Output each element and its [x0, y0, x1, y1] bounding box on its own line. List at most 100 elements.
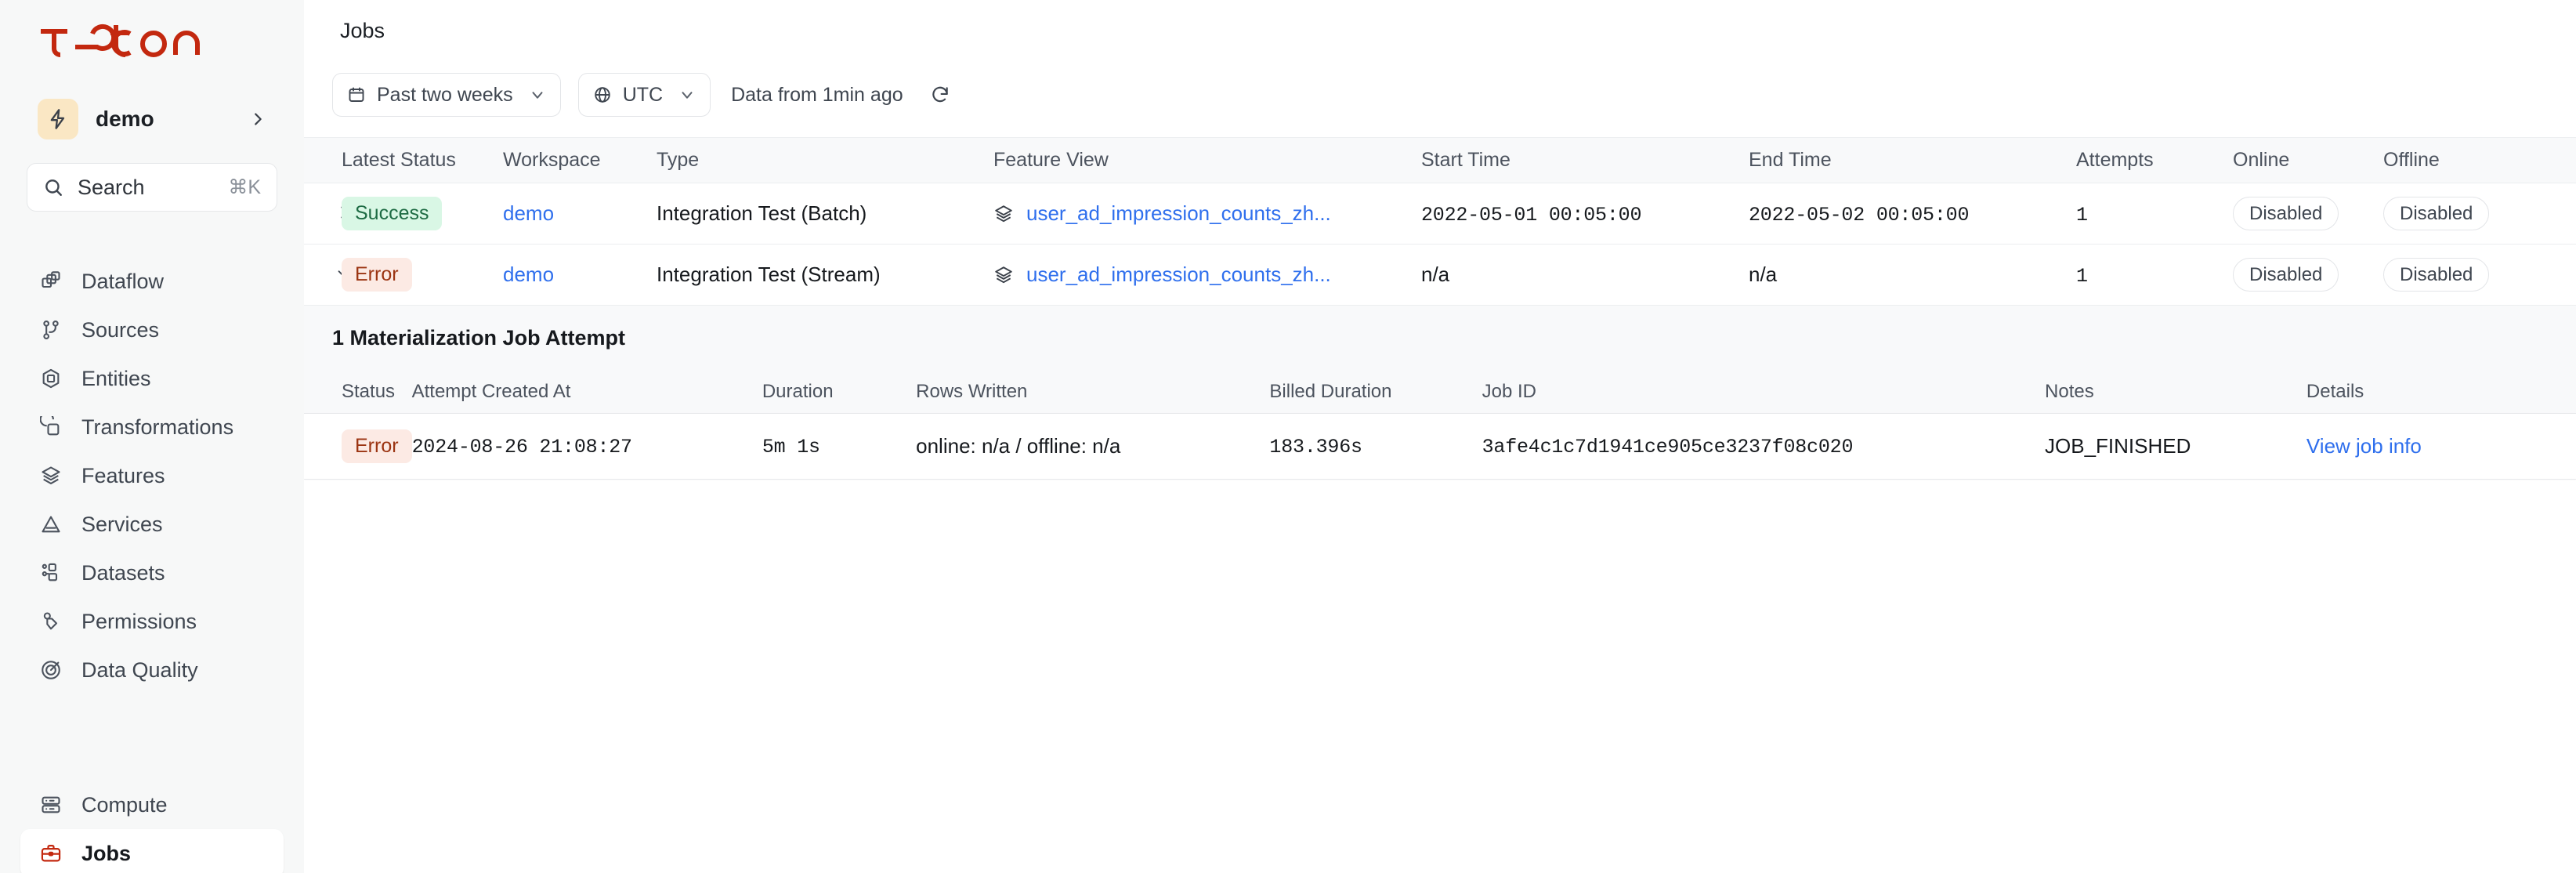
chevron-down-icon[interactable] [678, 86, 696, 103]
col-attempt-created-at[interactable]: Attempt Created At [412, 371, 762, 413]
table-row[interactable]: Error 2024-08-26 21:08:27 5m 1s online: … [304, 413, 2576, 479]
sidebar-item-label: Services [81, 513, 163, 537]
feature-view-link[interactable]: user_ad_impression_counts_zh... [1026, 201, 1331, 226]
col-rows-written[interactable]: Rows Written [916, 371, 1269, 413]
sidebar-nav: Dataflow Sources Entities Transformation… [0, 257, 304, 694]
app-root: demo Search ⌘K Dataflow [0, 0, 2576, 873]
row-type-cell: Integration Test (Batch) [657, 183, 993, 245]
entities-cube-icon [38, 365, 64, 392]
sidebar-item-compute[interactable]: Compute [20, 781, 284, 829]
triangle-icon [38, 511, 64, 538]
sidebar-item-label: Features [81, 464, 165, 488]
row-offline-cell: Disabled [2383, 183, 2576, 245]
sidebar-item-label: Compute [81, 793, 168, 817]
col-online[interactable]: Online [2233, 138, 2383, 183]
row-end-time-cell: n/a [1749, 245, 2076, 306]
sidebar-item-label: Dataflow [81, 270, 164, 294]
row-expand-cell[interactable] [304, 183, 342, 245]
sidebar-item-label: Permissions [81, 610, 197, 634]
attempt-created-at-cell: 2024-08-26 21:08:27 [412, 413, 762, 479]
sidebar-item-transformations[interactable]: Transformations [20, 403, 284, 451]
attempts-value: 1 [2076, 265, 2088, 288]
row-online-cell: Disabled [2233, 183, 2383, 245]
brand-logo[interactable] [0, 0, 304, 75]
workspace-link[interactable]: demo [503, 263, 554, 286]
attempt-status-cell: Error [304, 413, 412, 479]
col-end-time[interactable]: End Time [1749, 138, 2076, 183]
col-toggle [304, 138, 342, 183]
attempt-details-cell: View job info [2306, 413, 2576, 479]
billed-duration-value: 183.396s [1269, 436, 1362, 458]
feature-view-link[interactable]: user_ad_impression_counts_zh... [1026, 263, 1331, 287]
status-badge: Success [342, 197, 442, 230]
row-start-time-cell: n/a [1421, 245, 1749, 306]
sidebar-item-entities[interactable]: Entities [20, 354, 284, 403]
page-title: Jobs [304, 0, 2576, 43]
col-attempts[interactable]: Attempts [2076, 138, 2233, 183]
col-notes[interactable]: Notes [2045, 371, 2306, 413]
refresh-icon[interactable] [930, 85, 950, 105]
col-duration[interactable]: Duration [762, 371, 916, 413]
col-start-time[interactable]: Start Time [1421, 138, 1749, 183]
col-billed-duration[interactable]: Billed Duration [1269, 371, 1482, 413]
col-offline[interactable]: Offline [2383, 138, 2576, 183]
col-feature-view[interactable]: Feature View [993, 138, 1421, 183]
row-type-cell: Integration Test (Stream) [657, 245, 993, 306]
view-job-info-link[interactable]: View job info [2306, 434, 2422, 458]
sidebar-item-label: Transformations [81, 415, 233, 440]
data-freshness-label: Data from 1min ago [731, 84, 903, 107]
row-online-cell: Disabled [2233, 245, 2383, 306]
row-feature-view-cell: user_ad_impression_counts_zh... [993, 183, 1421, 245]
table-row[interactable]: Error demo Integration Test (Stream) use… [304, 245, 2576, 306]
row-expand-cell[interactable] [304, 245, 342, 306]
briefcase-icon [38, 840, 64, 867]
attempts-table: Status Attempt Created At Duration Rows … [304, 371, 2576, 479]
col-latest-status[interactable]: Latest Status [342, 138, 503, 183]
row-feature-view-cell: user_ad_impression_counts_zh... [993, 245, 1421, 306]
sidebar-item-datasets[interactable]: Datasets [20, 549, 284, 597]
lightning-icon [38, 99, 78, 139]
col-details[interactable]: Details [2306, 371, 2576, 413]
sidebar-item-dataflow[interactable]: Dataflow [20, 257, 284, 306]
col-type[interactable]: Type [657, 138, 993, 183]
attempt-duration-cell: 5m 1s [762, 413, 916, 479]
chevron-right-icon[interactable] [249, 110, 266, 128]
col-attempt-status[interactable]: Status [304, 371, 412, 413]
filters-toolbar: Past two weeks UTC Data from 1min ago [304, 43, 2576, 117]
sidebar-item-services[interactable]: Services [20, 500, 284, 549]
workspace-name: demo [96, 107, 249, 132]
calendar-icon [347, 85, 366, 104]
jobs-table-body: Success demo Integration Test (Batch) us… [304, 183, 2576, 306]
attempt-created-at-value: 2024-08-26 21:08:27 [412, 436, 632, 458]
table-row[interactable]: Success demo Integration Test (Batch) us… [304, 183, 2576, 245]
row-status-cell: Success [342, 183, 503, 245]
timezone-filter[interactable]: UTC [578, 73, 711, 117]
sidebar-item-permissions[interactable]: Permissions [20, 597, 284, 646]
workspace-link[interactable]: demo [503, 201, 554, 225]
sidebar-item-jobs[interactable]: Jobs [20, 829, 284, 873]
row-attempts-cell: 1 [2076, 183, 2233, 245]
end-time-value: n/a [1749, 263, 1777, 286]
status-badge: Error [342, 258, 412, 292]
attempts-value: 1 [2076, 204, 2088, 226]
offline-status-chip: Disabled [2383, 197, 2489, 231]
layers-icon [993, 265, 1014, 285]
search-input[interactable]: Search ⌘K [27, 163, 277, 212]
data-quality-icon [38, 657, 64, 683]
workspace-selector[interactable]: demo [27, 89, 277, 149]
sidebar-item-sources[interactable]: Sources [20, 306, 284, 354]
sidebar-item-features[interactable]: Features [20, 451, 284, 500]
sidebar-item-label: Entities [81, 367, 151, 391]
sidebar-item-data-quality[interactable]: Data Quality [20, 646, 284, 694]
sidebar-item-label: Datasets [81, 561, 165, 585]
col-job-id[interactable]: Job ID [1482, 371, 2045, 413]
layers-icon [993, 204, 1014, 224]
sources-branch-icon [38, 317, 64, 343]
attempt-job-id-cell: 3afe4c1c7d1941ce905ce3237f08c020 [1482, 413, 2045, 479]
materialization-attempts-panel: 1 Materialization Job Attempt Status Att… [304, 306, 2576, 480]
chevron-down-icon[interactable] [529, 86, 546, 103]
date-range-filter[interactable]: Past two weeks [332, 73, 561, 117]
sidebar-item-label: Sources [81, 318, 159, 342]
search-placeholder: Search [78, 176, 228, 200]
col-workspace[interactable]: Workspace [503, 138, 657, 183]
